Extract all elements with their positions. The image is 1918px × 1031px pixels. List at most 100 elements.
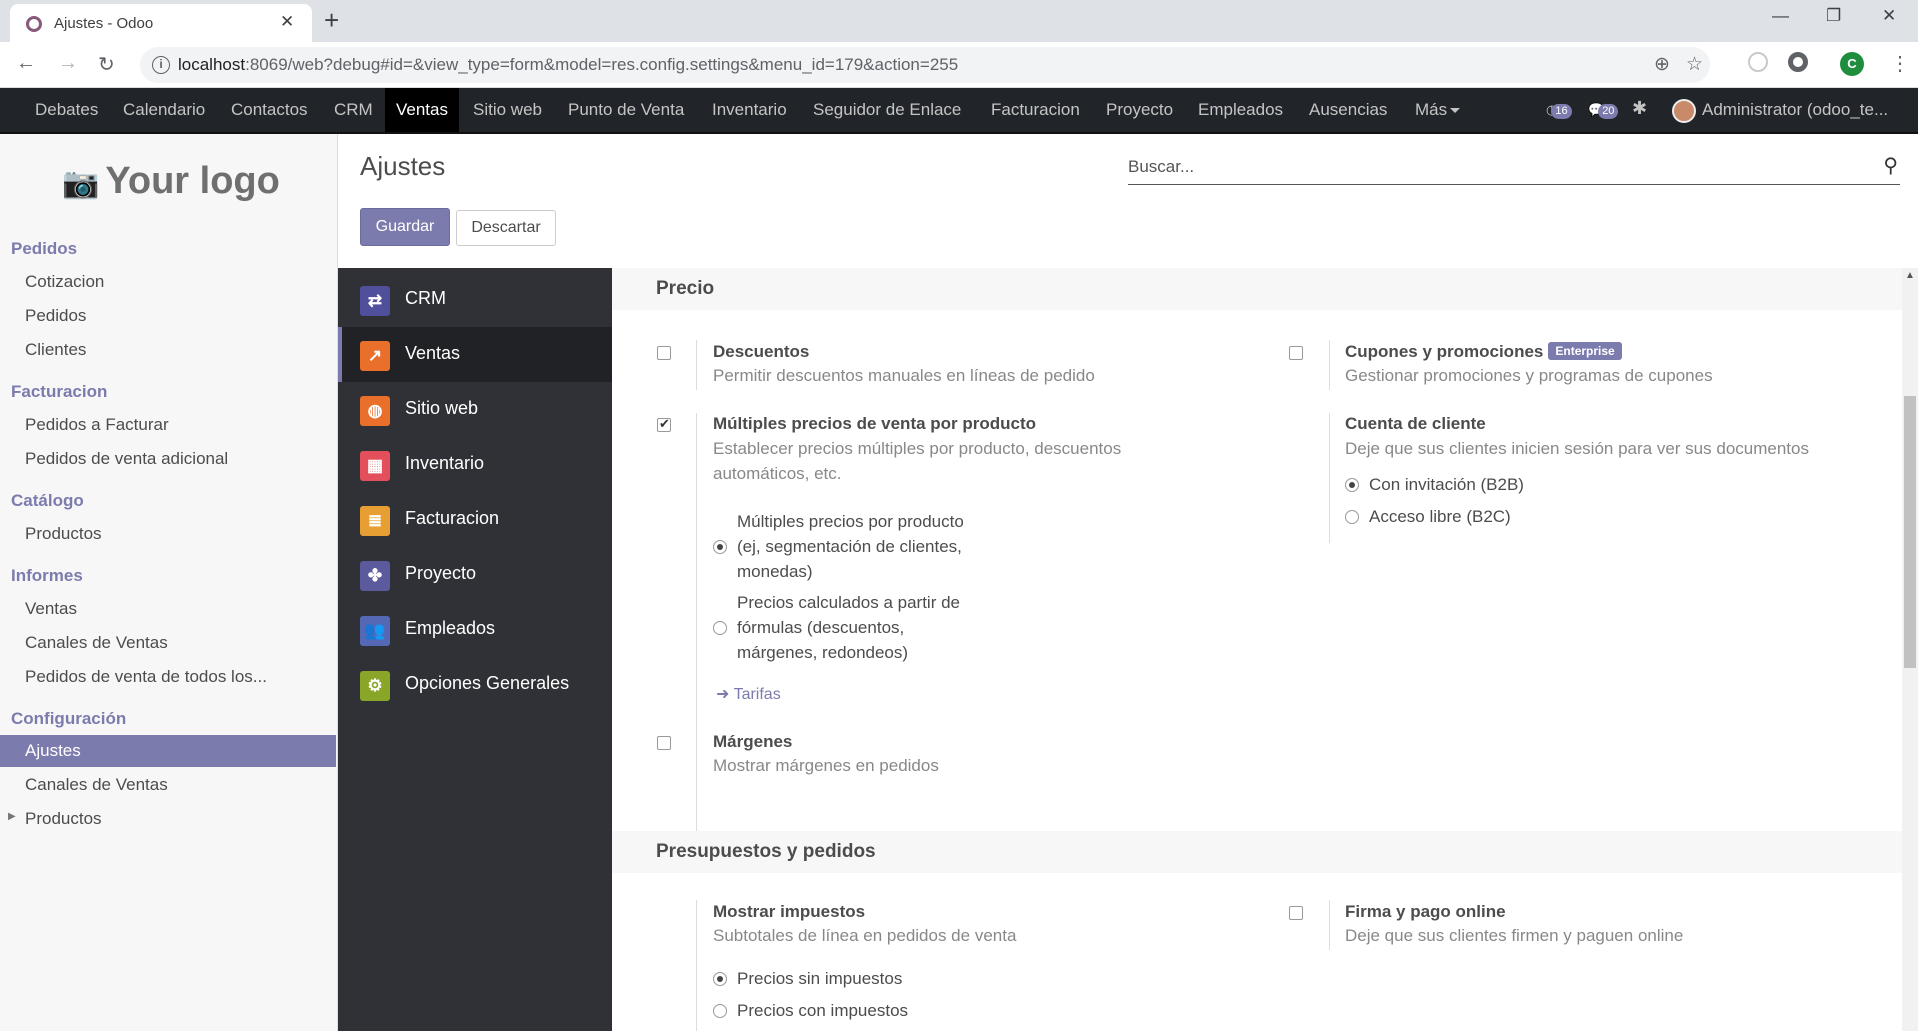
menu-crm[interactable]: CRM	[323, 88, 384, 132]
menu-debates[interactable]: Debates	[24, 88, 109, 132]
search-input[interactable]	[1128, 153, 1848, 181]
user-menu[interactable]: Administrator (odoo_te...	[1702, 88, 1888, 132]
settings-app-facturacion[interactable]: ≣ Facturacion	[338, 492, 612, 547]
tarifas-link[interactable]: ➜ Tarifas	[716, 684, 781, 704]
firma-pago-desc: Deje que sus clientes firmen y paguen on…	[1345, 926, 1684, 945]
activity-icon[interactable]: ◷16	[1546, 102, 1572, 119]
cuenta-cliente-desc: Deje que sus clientes inicien sesión par…	[1345, 439, 1809, 458]
b2b-label[interactable]: Con invitación (B2B)	[1369, 472, 1524, 497]
menu-mas[interactable]: Más	[1404, 88, 1471, 132]
user-avatar[interactable]	[1672, 99, 1696, 123]
multiples-precios-title: Múltiples precios de venta por producto	[713, 414, 1037, 433]
menu-proyecto[interactable]: Proyecto	[1095, 88, 1184, 132]
margenes-title: Márgenes	[713, 732, 793, 751]
menu-calendario[interactable]: Calendario	[112, 88, 216, 132]
precios-con-impuestos-label[interactable]: Precios con impuestos	[737, 998, 908, 1023]
sidebar-section-informes[interactable]: Informes	[11, 566, 83, 586]
menu-contactos[interactable]: Contactos	[220, 88, 319, 132]
sidebar-item-pedidos[interactable]: Pedidos	[0, 300, 336, 332]
menu-ausencias[interactable]: Ausencias	[1298, 88, 1398, 132]
sidebar-item-config-productos[interactable]: Productos	[0, 803, 336, 835]
address-bar[interactable]: i localhost:8069/web?debug#id=&view_type…	[140, 47, 1710, 83]
firma-pago-checkbox[interactable]	[1289, 906, 1303, 920]
sidebar-item-clientes[interactable]: Clientes	[0, 334, 336, 366]
back-icon[interactable]: ←	[16, 52, 36, 75]
option-precios-formulas-label-3[interactable]: márgenes, redondeos)	[737, 640, 908, 665]
menu-seguidor-de-enlace[interactable]: Seguidor de Enlace	[802, 88, 972, 132]
option-precios-formulas-radio[interactable]	[713, 621, 727, 635]
sidebar-section-facturacion[interactable]: Facturacion	[11, 382, 107, 402]
menu-facturacion[interactable]: Facturacion	[980, 88, 1091, 132]
company-logo[interactable]: 📷 Your logo	[62, 160, 280, 203]
sidebar-item-pedidos-todos[interactable]: Pedidos de venta de todos los...	[0, 661, 336, 693]
sidebar-item-pedidos-a-facturar[interactable]: Pedidos a Facturar	[0, 409, 336, 441]
sidebar-section-catalogo[interactable]: Catálogo	[11, 491, 84, 511]
save-button[interactable]: Guardar	[360, 208, 450, 246]
menu-sitio-web[interactable]: Sitio web	[462, 88, 553, 132]
profile-avatar[interactable]: C	[1840, 52, 1864, 76]
settings-app-sitio-web[interactable]: ◍ Sitio web	[338, 382, 612, 437]
b2b-radio[interactable]	[1345, 478, 1359, 492]
option-precios-formulas-label-2[interactable]: fórmulas (descuentos,	[737, 615, 904, 640]
settings-app-ventas[interactable]: ↗ Ventas	[338, 327, 612, 382]
cupones-checkbox[interactable]	[1289, 346, 1303, 360]
close-window-icon[interactable]: ✕	[1882, 6, 1896, 26]
divider	[1329, 900, 1330, 950]
new-tab-icon[interactable]: +	[324, 5, 339, 36]
settings-app-label: Inventario	[405, 453, 485, 473]
menu-inventario[interactable]: Inventario	[701, 88, 798, 132]
extension-icon[interactable]	[1748, 52, 1768, 72]
sidebar-item-pedidos-venta-adicional[interactable]: Pedidos de venta adicional	[0, 443, 336, 475]
sidebar-item-cotizacion[interactable]: Cotizacion	[0, 266, 336, 298]
precios-sin-impuestos-label[interactable]: Precios sin impuestos	[737, 966, 902, 991]
debug-bug-icon[interactable]: ✱	[1632, 98, 1647, 119]
b2c-label[interactable]: Acceso libre (B2C)	[1369, 504, 1511, 529]
menu-empleados[interactable]: Empleados	[1187, 88, 1294, 132]
precios-sin-impuestos-radio[interactable]	[713, 972, 727, 986]
people-icon: 👥	[360, 616, 390, 646]
option-precios-formulas-label-1[interactable]: Precios calculados a partir de	[737, 590, 960, 615]
reload-icon[interactable]: ↻	[98, 52, 115, 77]
option-multiples-precios-label-2[interactable]: (ej, segmentación de clientes,	[737, 534, 962, 559]
b2c-radio[interactable]	[1345, 510, 1359, 524]
sidebar-section-pedidos[interactable]: Pedidos	[11, 239, 77, 259]
sidebar-item-productos[interactable]: Productos	[0, 518, 336, 550]
sidebar-item-config-canales[interactable]: Canales de Ventas	[0, 769, 336, 801]
margenes-checkbox[interactable]	[657, 736, 671, 750]
search-icon[interactable]: ⚲	[1883, 153, 1898, 178]
browser-menu-icon[interactable]: ⋮	[1890, 51, 1910, 76]
sidebar-item-informe-ventas[interactable]: Ventas	[0, 593, 336, 625]
scrollbar-thumb[interactable]	[1904, 396, 1916, 668]
sidebar-item-canales-ventas[interactable]: Canales de Ventas	[0, 627, 336, 659]
option-multiples-precios-radio[interactable]	[713, 540, 727, 554]
extension-icon-2[interactable]	[1788, 52, 1808, 72]
sidebar-section-configuracion[interactable]: Configuración	[11, 709, 126, 729]
browser-tab[interactable]: Ajustes - Odoo ✕	[10, 4, 312, 42]
settings-app-opciones-generales[interactable]: ⚙ Opciones Generales	[338, 657, 612, 712]
descuentos-desc: Permitir descuentos manuales en líneas d…	[713, 366, 1095, 385]
bookmark-star-icon[interactable]: ☆	[1686, 53, 1703, 76]
discard-button[interactable]: Descartar	[456, 210, 556, 246]
multiples-precios-checkbox[interactable]	[657, 416, 671, 432]
settings-app-empleados[interactable]: 👥 Empleados	[338, 602, 612, 657]
descuentos-checkbox[interactable]	[657, 346, 671, 360]
minimize-icon[interactable]: —	[1772, 6, 1789, 26]
forward-icon[interactable]: →	[58, 52, 78, 75]
settings-app-label: Empleados	[405, 618, 496, 638]
sidebar-item-ajustes[interactable]: Ajustes	[0, 735, 336, 767]
close-tab-icon[interactable]: ✕	[280, 12, 294, 32]
restore-icon[interactable]: ❐	[1826, 6, 1841, 26]
settings-app-crm[interactable]: ⇄ CRM	[338, 272, 612, 327]
option-multiples-precios-label-1[interactable]: Múltiples precios por producto	[737, 509, 964, 534]
info-icon[interactable]: i	[152, 56, 170, 74]
menu-punto-de-venta[interactable]: Punto de Venta	[557, 88, 695, 132]
option-multiples-precios-label-3[interactable]: monedas)	[737, 559, 813, 584]
settings-app-proyecto[interactable]: ✤ Proyecto	[338, 547, 612, 602]
scroll-up-icon[interactable]: ▲	[1905, 270, 1915, 281]
precios-con-impuestos-radio[interactable]	[713, 1004, 727, 1018]
messages-icon[interactable]: 💬20	[1588, 102, 1619, 119]
zoom-icon[interactable]: ⊕	[1654, 53, 1670, 76]
settings-app-inventario[interactable]: ▦ Inventario	[338, 437, 612, 492]
divider	[696, 340, 697, 390]
menu-ventas[interactable]: Ventas	[385, 88, 459, 132]
